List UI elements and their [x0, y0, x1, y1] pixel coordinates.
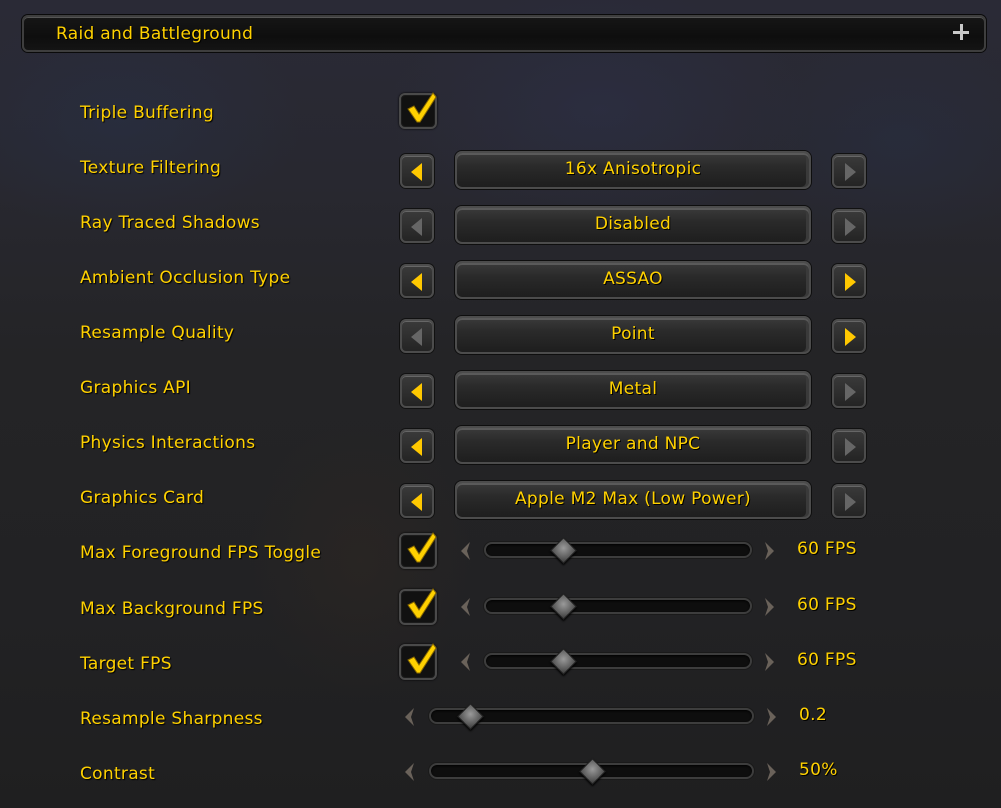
arrow-left-icon — [411, 383, 422, 401]
checkbox[interactable] — [399, 92, 437, 129]
setting-label: Target FPS — [80, 654, 172, 674]
arrow-left-icon — [411, 218, 422, 236]
setting-label: Graphics Card — [80, 488, 205, 508]
arrow-right-icon — [845, 493, 856, 511]
next-option-button[interactable] — [832, 319, 866, 353]
slider-track[interactable] — [484, 648, 752, 675]
setting-label: Max Background FPS — [80, 599, 264, 619]
slider-track[interactable] — [484, 537, 752, 564]
setting-label: Triple Buffering — [80, 103, 214, 123]
slider-increment-chevron-right-icon[interactable] — [763, 597, 777, 617]
slider-value: 50% — [799, 760, 838, 780]
section-header-raid-and-battleground[interactable]: Raid and Battleground — [22, 15, 986, 52]
setting-label: Resample Quality — [80, 323, 235, 343]
next-option-button[interactable] — [832, 154, 866, 188]
slider-track[interactable] — [429, 703, 754, 730]
slider-thumb[interactable] — [578, 758, 606, 785]
previous-option-button[interactable] — [400, 319, 434, 353]
setting-label: Physics Interactions — [80, 433, 256, 453]
arrow-right-icon — [845, 163, 856, 181]
setting-label: Texture Filtering — [80, 158, 222, 178]
slider-track[interactable] — [429, 758, 754, 785]
slider-thumb[interactable] — [549, 537, 577, 564]
slider-decrement-chevron-left-icon[interactable] — [402, 707, 416, 727]
setting-row-target-fps: Target FPS 60 FPS — [0, 643, 1001, 684]
plus-icon[interactable] — [952, 23, 970, 41]
setting-row-max-background-fps: Max Background FPS 60 FPS — [0, 588, 1001, 629]
next-option-button[interactable] — [832, 374, 866, 408]
setting-row-ambient-occlusion-type: Ambient Occlusion Type ASSAO — [0, 258, 1001, 299]
arrow-left-icon — [411, 438, 422, 456]
arrow-left-icon — [411, 328, 422, 346]
setting-row-resample-quality: Resample Quality Point — [0, 313, 1001, 354]
arrow-right-icon — [845, 273, 856, 291]
previous-option-button[interactable] — [400, 154, 434, 188]
setting-row-triple-buffering: Triple Buffering — [0, 92, 1001, 133]
setting-label: Max Foreground FPS Toggle — [80, 543, 322, 563]
next-option-button[interactable] — [832, 429, 866, 463]
slider-increment-chevron-right-icon[interactable] — [765, 762, 779, 782]
setting-row-ray-traced-shadows: Ray Traced Shadows Disabled — [0, 203, 1001, 244]
setting-label: Ambient Occlusion Type — [80, 268, 291, 288]
slider-increment-chevron-right-icon[interactable] — [765, 707, 779, 727]
option-dropdown[interactable]: ASSAO — [455, 261, 811, 299]
next-option-button[interactable] — [832, 264, 866, 298]
option-dropdown[interactable]: Point — [455, 316, 811, 354]
setting-row-resample-sharpness: Resample Sharpness 0.2 — [0, 699, 1001, 739]
option-dropdown[interactable]: 16x Anisotropic — [455, 151, 811, 189]
slider-thumb[interactable] — [456, 703, 484, 730]
slider-thumb[interactable] — [549, 593, 577, 620]
previous-option-button[interactable] — [400, 429, 434, 463]
checkbox[interactable] — [399, 532, 437, 569]
slider-decrement-chevron-left-icon[interactable] — [402, 762, 416, 782]
arrow-left-icon — [411, 273, 422, 291]
checkbox[interactable] — [399, 643, 437, 680]
setting-label: Resample Sharpness — [80, 709, 263, 729]
section-title: Raid and Battleground — [56, 24, 254, 44]
previous-option-button[interactable] — [400, 374, 434, 408]
slider-decrement-chevron-left-icon[interactable] — [458, 597, 472, 617]
slider-thumb[interactable] — [549, 648, 577, 675]
previous-option-button[interactable] — [400, 264, 434, 298]
arrow-left-icon — [411, 493, 422, 511]
slider-value: 60 FPS — [797, 650, 857, 670]
arrow-right-icon — [845, 328, 856, 346]
option-dropdown[interactable]: Apple M2 Max (Low Power) — [455, 481, 811, 519]
setting-row-physics-interactions: Physics Interactions Player and NPC — [0, 423, 1001, 464]
slider-increment-chevron-right-icon[interactable] — [763, 541, 777, 561]
next-option-button[interactable] — [832, 484, 866, 518]
setting-label: Contrast — [80, 764, 156, 784]
setting-row-max-foreground-fps-toggle: Max Foreground FPS Toggle 60 FPS — [0, 532, 1001, 573]
checkbox[interactable] — [399, 588, 437, 625]
arrow-right-icon — [845, 383, 856, 401]
option-dropdown[interactable]: Metal — [455, 371, 811, 409]
arrow-right-icon — [845, 438, 856, 456]
setting-row-graphics-card: Graphics Card Apple M2 Max (Low Power) — [0, 478, 1001, 519]
previous-option-button[interactable] — [400, 484, 434, 518]
previous-option-button[interactable] — [400, 209, 434, 243]
setting-label: Graphics API — [80, 378, 191, 398]
slider-increment-chevron-right-icon[interactable] — [763, 652, 777, 672]
slider-value: 60 FPS — [797, 595, 857, 615]
slider-decrement-chevron-left-icon[interactable] — [458, 541, 472, 561]
option-dropdown[interactable]: Disabled — [455, 206, 811, 244]
slider-track[interactable] — [484, 593, 752, 620]
setting-label: Ray Traced Shadows — [80, 213, 260, 233]
setting-row-graphics-api: Graphics API Metal — [0, 368, 1001, 409]
slider-value: 60 FPS — [797, 539, 857, 559]
next-option-button[interactable] — [832, 209, 866, 243]
arrow-right-icon — [845, 218, 856, 236]
setting-row-texture-filtering: Texture Filtering 16x Anisotropic — [0, 148, 1001, 189]
slider-decrement-chevron-left-icon[interactable] — [458, 652, 472, 672]
setting-row-contrast: Contrast 50% — [0, 754, 1001, 794]
slider-value: 0.2 — [799, 705, 827, 725]
arrow-left-icon — [411, 163, 422, 181]
option-dropdown[interactable]: Player and NPC — [455, 426, 811, 464]
